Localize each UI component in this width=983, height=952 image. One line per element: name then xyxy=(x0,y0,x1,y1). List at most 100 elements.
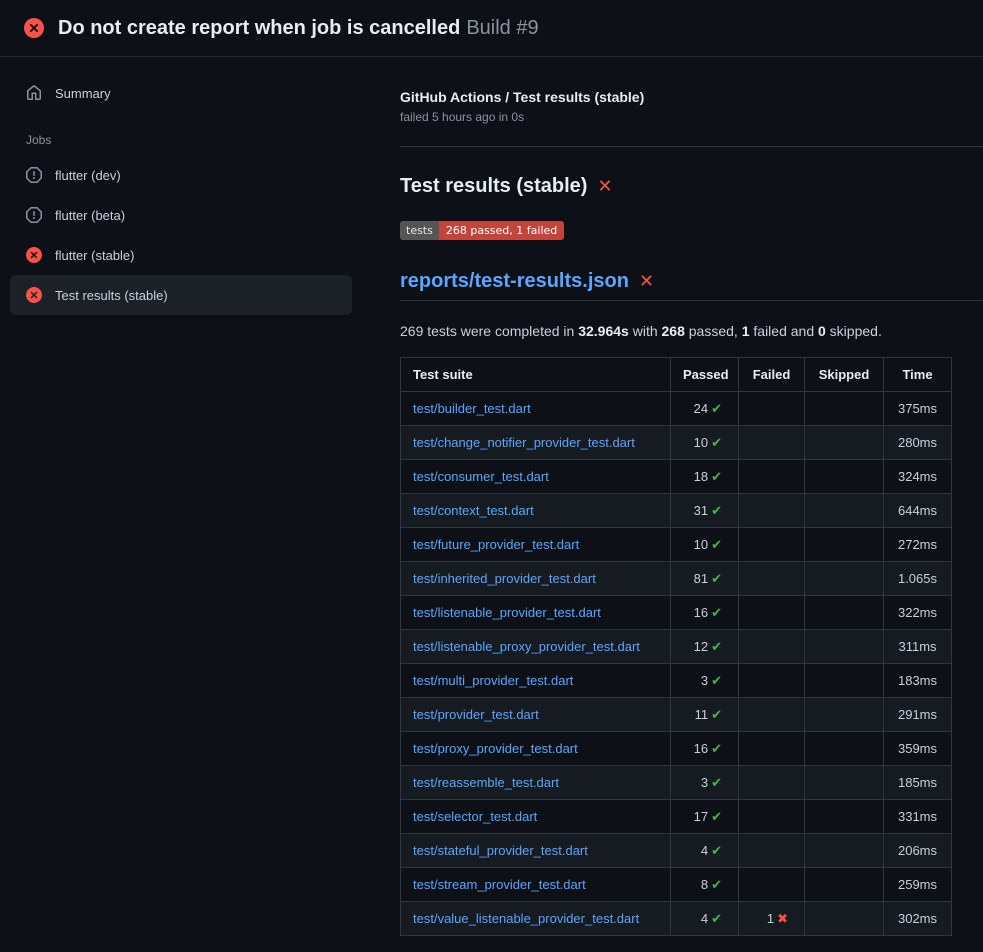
suite-link[interactable]: test/context_test.dart xyxy=(413,503,534,518)
skipped-cell xyxy=(805,630,884,664)
time-cell: 272ms xyxy=(884,528,952,562)
suite-link[interactable]: test/inherited_provider_test.dart xyxy=(413,571,596,586)
suite-cell: test/change_notifier_provider_test.dart xyxy=(401,426,671,460)
failed-cell xyxy=(739,630,805,664)
skipped-cell xyxy=(805,426,884,460)
run-title-bar: Do not create report when job is cancell… xyxy=(0,0,983,57)
passed-cell: 18✔ xyxy=(671,460,739,494)
suite-cell: test/listenable_provider_test.dart xyxy=(401,596,671,630)
passed-count: 3 xyxy=(701,673,708,688)
check-icon: ✔ xyxy=(711,673,722,688)
suite-link[interactable]: test/selector_test.dart xyxy=(413,809,537,824)
failed-count: 1 xyxy=(767,911,774,926)
suite-cell: test/reassemble_test.dart xyxy=(401,766,671,800)
suite-link[interactable]: test/multi_provider_test.dart xyxy=(413,673,573,688)
suite-link[interactable]: test/listenable_proxy_provider_test.dart xyxy=(413,639,640,654)
suite-link[interactable]: test/change_notifier_provider_test.dart xyxy=(413,435,635,450)
table-row: test/stateful_provider_test.dart 4✔ 206m… xyxy=(401,834,952,868)
badge-label: tests xyxy=(400,221,439,240)
passed-count: 16 xyxy=(694,741,708,756)
sidebar-item-summary[interactable]: Summary xyxy=(10,73,352,113)
check-icon: ✔ xyxy=(711,911,722,926)
build-number: Build #9 xyxy=(466,17,538,39)
check-icon: ✔ xyxy=(711,707,722,722)
table-row: test/value_listenable_provider_test.dart… xyxy=(401,902,952,936)
passed-count: 18 xyxy=(694,469,708,484)
suite-link[interactable]: test/future_provider_test.dart xyxy=(413,537,579,552)
suite-link[interactable]: test/value_listenable_provider_test.dart xyxy=(413,911,639,926)
skipped-cell xyxy=(805,460,884,494)
skipped-cell xyxy=(805,800,884,834)
skipped-cell xyxy=(805,392,884,426)
skipped-cell xyxy=(805,732,884,766)
table-row: test/multi_provider_test.dart 3✔ 183ms xyxy=(401,664,952,698)
main-content: GitHub Actions / Test results (stable) f… xyxy=(390,57,983,952)
sidebar-item-flutter-dev[interactable]: flutter (dev) xyxy=(10,155,352,195)
failed-cell xyxy=(739,426,805,460)
summary-passed-count: 268 xyxy=(662,323,685,339)
sidebar-item-label: flutter (beta) xyxy=(55,208,125,223)
results-table: Test suite Passed Failed Skipped Time te… xyxy=(400,357,952,936)
passed-count: 24 xyxy=(694,401,708,416)
suite-cell: test/builder_test.dart xyxy=(401,392,671,426)
suite-cell: test/listenable_proxy_provider_test.dart xyxy=(401,630,671,664)
failed-cell xyxy=(739,528,805,562)
skipped-cell xyxy=(805,562,884,596)
failed-cell xyxy=(739,868,805,902)
check-icon: ✔ xyxy=(711,877,722,892)
jobs-list: flutter (dev) flutter (beta) flutter (st… xyxy=(10,155,390,315)
summary-duration: 32.964s xyxy=(578,323,629,339)
sidebar-item-flutter-beta[interactable]: flutter (beta) xyxy=(10,195,352,235)
time-cell: 206ms xyxy=(884,834,952,868)
passed-cell: 3✔ xyxy=(671,766,739,800)
check-icon: ✔ xyxy=(711,775,722,790)
passed-cell: 16✔ xyxy=(671,596,739,630)
passed-cell: 4✔ xyxy=(671,902,739,936)
suite-link[interactable]: test/provider_test.dart xyxy=(413,707,539,722)
passed-count: 81 xyxy=(694,571,708,586)
table-row: test/provider_test.dart 11✔ 291ms xyxy=(401,698,952,732)
table-row: test/stream_provider_test.dart 8✔ 259ms xyxy=(401,868,952,902)
check-icon: ✔ xyxy=(711,503,722,518)
suite-link[interactable]: test/reassemble_test.dart xyxy=(413,775,559,790)
check-icon: ✔ xyxy=(711,469,722,484)
passed-cell: 3✔ xyxy=(671,664,739,698)
suite-link[interactable]: test/consumer_test.dart xyxy=(413,469,549,484)
stop-icon xyxy=(26,207,42,223)
column-header-skipped: Skipped xyxy=(805,358,884,392)
suite-link[interactable]: test/stream_provider_test.dart xyxy=(413,877,586,892)
passed-cell: 11✔ xyxy=(671,698,739,732)
x-circle-fill-icon xyxy=(24,18,44,38)
summary-text: with xyxy=(629,323,662,339)
suite-cell: test/stream_provider_test.dart xyxy=(401,868,671,902)
suite-link[interactable]: test/stateful_provider_test.dart xyxy=(413,843,588,858)
time-cell: 311ms xyxy=(884,630,952,664)
suite-link[interactable]: test/builder_test.dart xyxy=(413,401,531,416)
section-title-text: Test results (stable) xyxy=(400,173,587,199)
suite-cell: test/proxy_provider_test.dart xyxy=(401,732,671,766)
sidebar-item-label: flutter (stable) xyxy=(55,248,134,263)
suite-link[interactable]: test/listenable_provider_test.dart xyxy=(413,605,601,620)
column-header-time: Time xyxy=(884,358,952,392)
sidebar-item-test-results-stable[interactable]: Test results (stable) xyxy=(10,275,352,315)
x-icon: ✖ xyxy=(777,911,788,926)
skipped-cell xyxy=(805,664,884,698)
check-icon: ✔ xyxy=(711,571,722,586)
table-row: test/proxy_provider_test.dart 16✔ 359ms xyxy=(401,732,952,766)
suite-link[interactable]: test/proxy_provider_test.dart xyxy=(413,741,578,756)
passed-cell: 10✔ xyxy=(671,528,739,562)
report-link[interactable]: reports/test-results.json xyxy=(400,268,629,294)
skipped-cell xyxy=(805,494,884,528)
table-row: test/listenable_proxy_provider_test.dart… xyxy=(401,630,952,664)
x-circle-fill-icon xyxy=(26,287,42,303)
skipped-cell xyxy=(805,902,884,936)
check-icon: ✔ xyxy=(711,809,722,824)
passed-count: 3 xyxy=(701,775,708,790)
suite-cell: test/consumer_test.dart xyxy=(401,460,671,494)
table-row: test/builder_test.dart 24✔ 375ms xyxy=(401,392,952,426)
failed-cell xyxy=(739,732,805,766)
check-icon: ✔ xyxy=(711,605,722,620)
time-cell: 185ms xyxy=(884,766,952,800)
sidebar-item-flutter-stable[interactable]: flutter (stable) xyxy=(10,235,352,275)
check-icon: ✔ xyxy=(711,401,722,416)
